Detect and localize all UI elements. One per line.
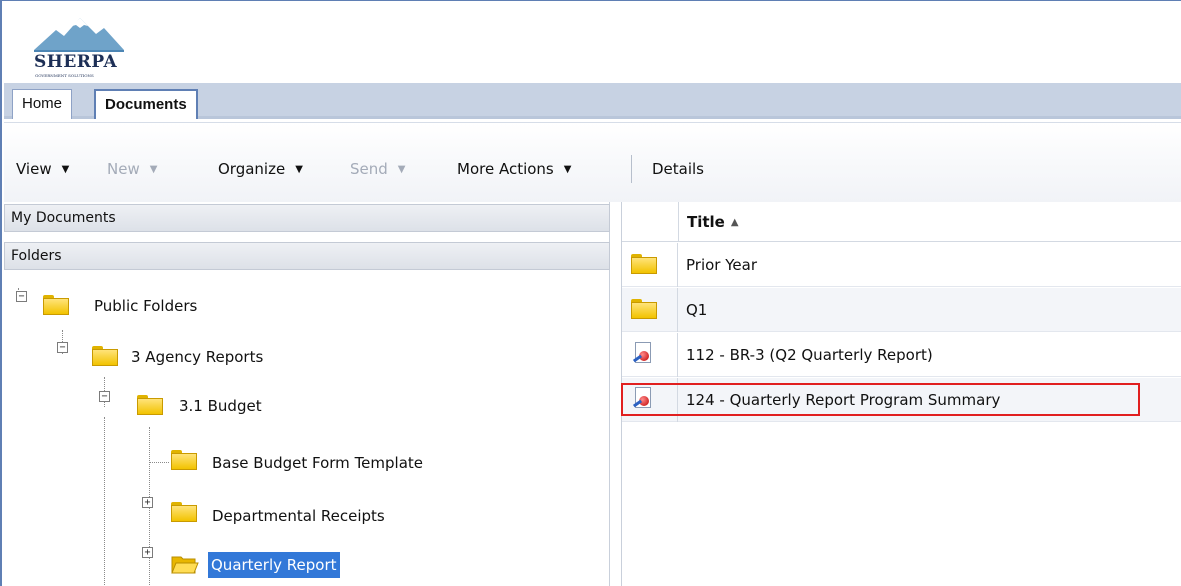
- tree-item-public-folders[interactable]: − Public Folders: [16, 291, 316, 319]
- expand-icon[interactable]: +: [142, 497, 153, 508]
- item-title: 124 - Quarterly Report Program Summary: [686, 391, 1001, 409]
- folders-header[interactable]: Folders: [4, 242, 610, 270]
- chevron-down-icon: ▼: [397, 164, 406, 175]
- chevron-down-icon: ▼: [295, 164, 303, 175]
- view-menu-button[interactable]: View ▼: [16, 160, 69, 178]
- collapse-icon[interactable]: −: [99, 391, 110, 402]
- tree-item-label: Base Budget Form Template: [212, 454, 424, 472]
- toolbar: View ▼ New ▼ Organize ▼ Send ▼ More Actions ▼…: [4, 122, 1181, 202]
- app-header: SHERPA GOVERNMENT SOLUTIONS: [4, 2, 1181, 83]
- tree-item-label: Quarterly Report: [208, 552, 340, 578]
- chevron-down-icon: ▼: [61, 164, 70, 175]
- folder-icon: [631, 254, 657, 274]
- icon-cell: [622, 333, 678, 377]
- logo-wordmark: SHERPA: [34, 52, 118, 72]
- sherpa-logo: SHERPA GOVERNMENT SOLUTIONS: [34, 16, 126, 78]
- collapse-icon[interactable]: −: [16, 291, 27, 302]
- folder-navigation-pane: My Documents Folders − Public Folders − …: [4, 202, 610, 586]
- list-item[interactable]: Q1: [622, 288, 1181, 332]
- tree-item-label: Departmental Receipts: [212, 507, 385, 525]
- list-item[interactable]: Prior Year: [622, 243, 1181, 287]
- details-button[interactable]: Details: [652, 160, 704, 178]
- app-window: SHERPA GOVERNMENT SOLUTIONS Home Documen…: [0, 0, 1181, 586]
- pdf-document-icon: [632, 387, 653, 411]
- tree-item-departmental-receipts[interactable]: + Departmental Receipts: [142, 497, 502, 530]
- chevron-down-icon: ▼: [563, 164, 572, 175]
- organize-menu-label: Organize: [218, 160, 286, 178]
- list-item[interactable]: 112 - BR-3 (Q2 Quarterly Report): [622, 333, 1181, 377]
- view-menu-label: View: [16, 160, 52, 178]
- toolbar-divider: [631, 155, 632, 183]
- tree-item-label: Public Folders: [94, 297, 198, 315]
- send-menu-label: Send: [350, 160, 388, 178]
- more-actions-menu-label: More Actions: [457, 160, 554, 178]
- item-title: 112 - BR-3 (Q2 Quarterly Report): [686, 346, 933, 364]
- icon-cell: [622, 243, 678, 287]
- list-item[interactable]: 124 - Quarterly Report Program Summary: [622, 378, 1181, 422]
- folder-icon: [137, 395, 163, 415]
- folder-icon: [631, 299, 657, 319]
- folder-icon: [43, 295, 69, 315]
- sort-ascending-icon: ▲: [730, 217, 739, 228]
- title-column-label: Title: [687, 213, 725, 231]
- logo-tagline: GOVERNMENT SOLUTIONS: [35, 73, 94, 78]
- mountain-logo-icon: [34, 18, 124, 52]
- icon-cell: [622, 378, 678, 422]
- tree-connector: [104, 417, 105, 586]
- tab-documents[interactable]: Documents: [94, 89, 198, 119]
- expand-icon[interactable]: +: [142, 547, 153, 558]
- icon-cell: [622, 288, 678, 332]
- tree-item-quarterly-report[interactable]: + Quarterly Report: [142, 547, 502, 579]
- tree-item-label: 3 Agency Reports: [131, 348, 264, 366]
- document-list-pane: Title ▲ Prior Year Q1 112 - BR-3 (Q2 Quar…: [621, 202, 1181, 586]
- chevron-down-icon: ▼: [149, 164, 158, 175]
- folder-open-icon: [171, 556, 199, 574]
- my-documents-header[interactable]: My Documents: [4, 204, 610, 232]
- send-menu-button[interactable]: Send ▼: [350, 160, 405, 178]
- item-title: Prior Year: [686, 256, 757, 274]
- title-column-header[interactable]: Title ▲: [678, 202, 1181, 242]
- collapse-icon[interactable]: −: [57, 342, 68, 353]
- pdf-document-icon: [632, 342, 653, 366]
- more-actions-menu-button[interactable]: More Actions ▼: [457, 160, 571, 178]
- new-menu-button[interactable]: New ▼: [107, 160, 157, 178]
- tree-item-3-1-budget[interactable]: − 3.1 Budget: [99, 391, 399, 419]
- organize-menu-button[interactable]: Organize ▼: [218, 160, 303, 178]
- list-header: Title ▲: [622, 202, 1181, 242]
- folder-icon: [92, 346, 118, 366]
- new-menu-label: New: [107, 160, 140, 178]
- tree-item-3-agency-reports[interactable]: − 3 Agency Reports: [57, 342, 357, 370]
- tab-home[interactable]: Home: [12, 89, 73, 119]
- tab-bar: Home Documents: [4, 83, 1181, 119]
- item-title: Q1: [686, 301, 708, 319]
- folder-icon: [171, 450, 197, 470]
- folder-icon: [171, 502, 197, 522]
- tree-item-label: 3.1 Budget: [179, 397, 262, 415]
- tree-item-base-budget-form-template[interactable]: Base Budget Form Template: [144, 448, 504, 476]
